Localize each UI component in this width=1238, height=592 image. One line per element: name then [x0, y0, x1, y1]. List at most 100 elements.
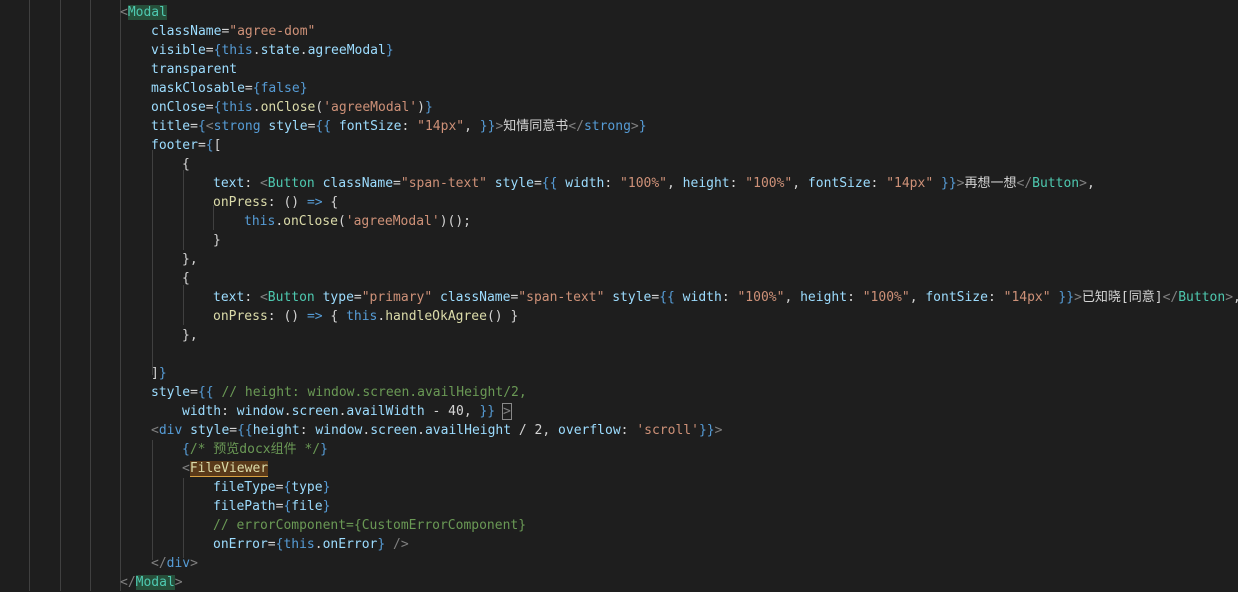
code-token: style	[494, 176, 534, 191]
code-line[interactable]: ]}	[151, 364, 167, 383]
code-token: .	[299, 43, 308, 58]
code-line[interactable]: onClose={this.onClose('agreeModal')}	[151, 98, 433, 117]
code-token: </	[1162, 290, 1179, 305]
code-token: =	[190, 119, 198, 134]
code-line[interactable]: <Modal	[120, 3, 167, 22]
code-token: "agree-dom"	[229, 24, 316, 39]
code-line[interactable]: onPress: () => {	[213, 193, 338, 212]
code-token: availWidth	[346, 404, 425, 419]
indent-guide	[183, 478, 184, 558]
code-token: ,	[667, 176, 683, 191]
code-token: style	[190, 423, 230, 438]
code-token: <	[259, 176, 268, 191]
code-token: height	[682, 176, 730, 191]
code-line[interactable]: {	[182, 269, 190, 288]
code-token: -	[424, 404, 449, 419]
code-line[interactable]: },	[182, 326, 198, 345]
code-token: text	[213, 290, 245, 305]
code-line[interactable]: </Modal>	[120, 573, 183, 592]
code-token: =	[197, 138, 206, 153]
code-token: }	[213, 233, 221, 248]
code-token: <	[151, 423, 159, 438]
code-token: Button	[1178, 290, 1226, 305]
code-token: false	[260, 81, 300, 96]
code-token: .	[252, 100, 261, 115]
code-line[interactable]: }	[213, 231, 221, 250]
code-line[interactable]: onPress: () => { this.handleOkAgree() }	[213, 307, 518, 326]
code-token: >	[1074, 290, 1082, 305]
code-line[interactable]: onError={this.onError} />	[213, 535, 409, 554]
code-token: [	[213, 138, 222, 153]
code-token: :	[870, 176, 887, 191]
code-token: 'agreeModal'	[345, 214, 440, 229]
code-token: }}	[479, 404, 496, 419]
code-line[interactable]: <FileViewer	[182, 459, 269, 478]
code-token: style	[612, 290, 652, 305]
code-token: style	[151, 385, 191, 400]
code-token: }}	[479, 119, 496, 134]
code-token: ()	[283, 309, 307, 324]
code-token: {	[182, 442, 190, 457]
code-line[interactable]: width: window.screen.availWidth - 40, }}…	[182, 402, 512, 421]
code-token: ,	[909, 290, 926, 305]
code-token: :	[847, 290, 863, 305]
code-token: FileViewer	[189, 461, 269, 477]
code-token: ,	[792, 176, 808, 191]
code-token: =	[190, 385, 198, 400]
code-editor[interactable]: <Modal className="agree-dom" visible={this…	[0, 0, 1238, 591]
code-token: filePath	[213, 499, 276, 514]
code-line[interactable]: fileType={type}	[213, 478, 330, 497]
code-token: .	[283, 404, 292, 419]
code-token: onClose	[151, 100, 206, 115]
code-token: <	[259, 290, 268, 305]
code-token: this	[283, 537, 315, 552]
code-line[interactable]: {	[182, 155, 190, 174]
code-line[interactable]: maskClosable={false}	[151, 79, 308, 98]
code-token: className	[322, 176, 394, 191]
code-token: width	[674, 290, 722, 305]
code-token: "span-text"	[518, 290, 605, 305]
code-token: // errorComponent={CustomErrorComponent}	[213, 518, 527, 533]
code-line[interactable]: },	[182, 250, 198, 269]
code-token: }}	[941, 176, 957, 191]
code-token: fontSize	[807, 176, 871, 191]
code-token: {	[182, 271, 190, 286]
code-line[interactable]: </div>	[151, 554, 198, 573]
code-line[interactable]: <div style={{height: window.screen.avail…	[151, 421, 722, 440]
code-token: width	[557, 176, 605, 191]
code-token: {	[322, 309, 347, 324]
code-line[interactable]: visible={this.state.agreeModal}	[151, 41, 394, 60]
code-token: strong	[213, 119, 261, 134]
code-line[interactable]: title={<strong style={{ fontSize: "14px"…	[151, 117, 647, 136]
code-line[interactable]: className="agree-dom"	[151, 22, 315, 41]
code-line[interactable]: this.onClose('agreeModal')();	[244, 212, 471, 231]
code-token: :	[299, 423, 316, 438]
code-token: {{	[659, 290, 675, 305]
code-line[interactable]: // errorComponent={CustomErrorComponent}	[213, 516, 526, 535]
indent-guide	[120, 0, 121, 591]
code-token: >	[1225, 290, 1234, 305]
code-token: type	[322, 290, 354, 305]
code-line[interactable]: filePath={file}	[213, 497, 330, 516]
code-token: this	[221, 43, 253, 58]
code-token: >	[714, 423, 723, 438]
code-token: {{	[197, 385, 214, 400]
code-token: maskClosable	[151, 81, 245, 96]
code-token: className	[151, 24, 222, 39]
code-line[interactable]: footer={[	[151, 136, 221, 155]
code-token: }	[320, 442, 328, 457]
code-line[interactable]: transparent	[151, 60, 237, 79]
code-token: this	[244, 214, 276, 229]
code-line[interactable]: text: <Button type="primary" className="…	[213, 288, 1238, 307]
code-line[interactable]: {/* 预览docx组件 */}	[182, 440, 328, 459]
code-token: {{	[315, 119, 332, 134]
code-token: {	[252, 81, 261, 96]
code-token: Button	[267, 176, 315, 191]
code-line[interactable]: text: <Button className="span-text" styl…	[213, 174, 1095, 193]
code-token: =	[229, 423, 238, 438]
code-token: {	[197, 119, 206, 134]
code-line[interactable]: style={{ // height: window.screen.availH…	[151, 383, 527, 402]
